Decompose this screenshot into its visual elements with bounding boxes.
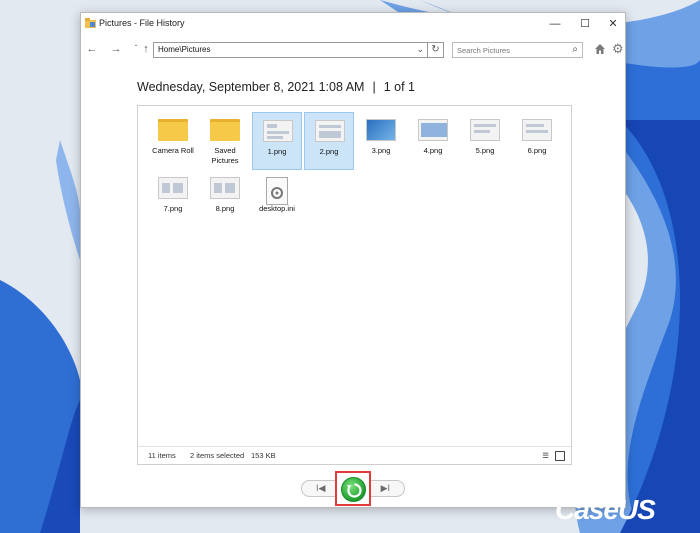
- forward-arrow-icon[interactable]: →: [109, 42, 123, 56]
- file-name: 6.png: [527, 146, 547, 155]
- refresh-icon[interactable]: ↻: [428, 42, 444, 58]
- image-thumbnail-icon: [418, 119, 448, 141]
- file-name: 4.png: [423, 146, 443, 155]
- file-name: 2.png: [319, 147, 339, 156]
- file-item-2-png[interactable]: 2.png: [304, 112, 354, 170]
- gear-icon[interactable]: ⚙: [612, 41, 624, 57]
- selection-size: 153 KB: [251, 451, 276, 460]
- image-thumbnail-icon: [158, 177, 188, 199]
- date-separator: |: [372, 80, 376, 94]
- status-bar: 11 items 2 items selected 153 KB ☰: [138, 446, 571, 464]
- backup-date: Wednesday, September 8, 2021 1:08 AM: [137, 80, 365, 94]
- item-count: 11 items: [148, 451, 176, 460]
- file-item-5-png[interactable]: 5.png: [460, 112, 510, 170]
- minimize-button[interactable]: —: [541, 15, 569, 33]
- file-item-camera-roll[interactable]: Camera Roll: [148, 112, 198, 170]
- close-button[interactable]: ✕: [599, 15, 627, 33]
- file-name: Saved Pictures: [211, 146, 239, 165]
- file-item-3-png[interactable]: 3.png: [356, 112, 406, 170]
- caseus-watermark: CaseUS: [555, 494, 656, 525]
- file-name: 3.png: [371, 146, 391, 155]
- file-item-8-png[interactable]: 8.png: [200, 170, 250, 228]
- settings-file-icon: [266, 177, 288, 205]
- image-thumbnail-icon: [522, 119, 552, 141]
- address-bar[interactable]: Home\Pictures ⌄: [153, 42, 428, 58]
- file-name: 1.png: [267, 147, 287, 156]
- playback-controls: I◀ ▶I: [301, 471, 411, 506]
- search-input[interactable]: Search Pictures ⌕: [452, 42, 583, 58]
- navigation-bar: ← → ˇ ↑ Home\Pictures ⌄ ↻ Search Picture…: [81, 39, 625, 61]
- file-name: 5.png: [475, 146, 495, 155]
- folder-icon: [158, 119, 188, 141]
- file-name: 8.png: [215, 204, 235, 213]
- title-bar: Pictures - File History — ☐ ✕: [81, 13, 625, 35]
- back-arrow-icon[interactable]: ←: [85, 42, 99, 56]
- file-item-6-png[interactable]: 6.png: [512, 112, 562, 170]
- chevron-down-icon[interactable]: ⌄: [416, 44, 424, 55]
- file-history-window: Pictures - File History — ☐ ✕ ← → ˇ ↑ Ho…: [80, 12, 626, 508]
- file-name: desktop.ini: [259, 204, 295, 213]
- image-thumbnail-icon: [263, 120, 293, 142]
- search-placeholder: Search Pictures: [457, 46, 510, 55]
- file-name: Camera Roll: [152, 146, 194, 155]
- file-item-saved-pictures[interactable]: Saved Pictures: [200, 112, 250, 170]
- restore-highlight: [335, 471, 371, 506]
- backup-position: 1 of 1: [383, 80, 415, 94]
- image-thumbnail-icon: [315, 120, 345, 142]
- file-item-desktop-ini[interactable]: desktop.ini: [252, 170, 302, 228]
- file-list-pane: Camera Roll Saved Pictures 1.png 2.png 3…: [137, 105, 572, 465]
- image-thumbnail-icon: [210, 177, 240, 199]
- file-item-4-png[interactable]: 4.png: [408, 112, 458, 170]
- restore-button[interactable]: [341, 477, 366, 502]
- file-name: 7.png: [163, 204, 183, 213]
- large-icons-view-icon[interactable]: [555, 451, 565, 461]
- backup-date-line: Wednesday, September 8, 2021 1:08 AM | 1 o…: [137, 80, 415, 94]
- file-history-app-icon: [85, 18, 96, 28]
- image-thumbnail-icon: [366, 119, 396, 141]
- folder-icon: [210, 119, 240, 141]
- search-icon[interactable]: ⌕: [572, 44, 578, 55]
- home-icon[interactable]: [594, 43, 606, 55]
- details-view-icon[interactable]: ☰: [542, 451, 549, 460]
- window-title: Pictures - File History: [99, 18, 185, 28]
- up-arrow-icon[interactable]: ↑: [139, 42, 153, 56]
- file-item-7-png[interactable]: 7.png: [148, 170, 198, 228]
- maximize-button[interactable]: ☐: [571, 15, 599, 33]
- file-item-1-png[interactable]: 1.png: [252, 112, 302, 170]
- restore-icon: [347, 483, 362, 498]
- selection-count: 2 items selected: [190, 451, 245, 460]
- address-path: Home\Pictures: [158, 45, 211, 54]
- image-thumbnail-icon: [470, 119, 500, 141]
